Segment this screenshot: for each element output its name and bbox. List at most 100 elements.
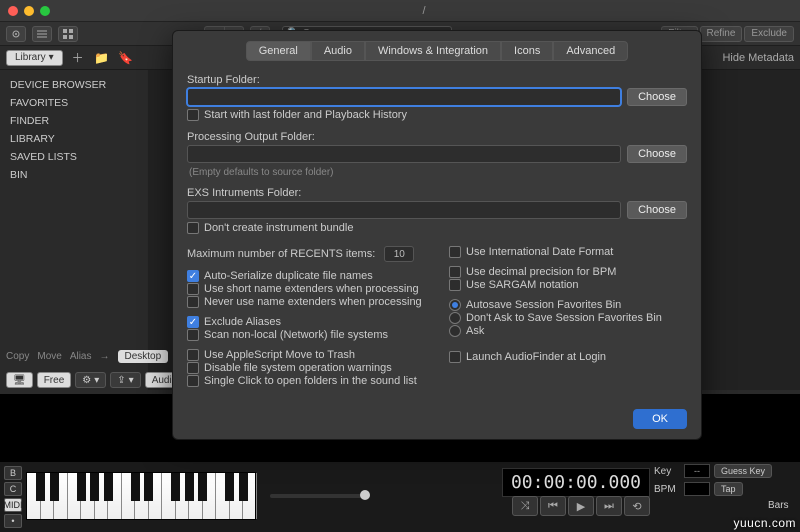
tab-general[interactable]: General	[246, 41, 311, 61]
autosave-radio[interactable]	[449, 299, 461, 311]
sidebar: DEVICE BROWSER FAVORITES FINDER LIBRARY …	[0, 70, 148, 390]
exclude-button[interactable]: Exclude	[744, 26, 794, 42]
short-name-checkbox[interactable]	[187, 283, 199, 295]
recents-input[interactable]	[384, 246, 414, 262]
b-button[interactable]: B	[4, 466, 22, 480]
zoom-slider[interactable]	[270, 494, 370, 498]
minimize-window-icon[interactable]	[24, 6, 34, 16]
startup-folder-input[interactable]	[187, 88, 621, 106]
intl-date-checkbox[interactable]	[449, 246, 461, 258]
close-window-icon[interactable]	[8, 6, 18, 16]
shuffle-icon[interactable]: ⤨	[512, 496, 538, 516]
processing-note: (Empty defaults to source folder)	[189, 167, 687, 178]
zoom-window-icon[interactable]	[40, 6, 50, 16]
single-click-checkbox[interactable]	[187, 375, 199, 387]
processing-choose-button[interactable]: Choose	[627, 145, 687, 163]
alias-action[interactable]: Alias	[70, 351, 92, 362]
dont-bundle-checkbox[interactable]	[187, 222, 199, 234]
dot-button[interactable]: •	[4, 514, 22, 528]
dont-ask-radio[interactable]	[449, 312, 461, 324]
applescript-trash-checkbox[interactable]	[187, 349, 199, 361]
list-icon[interactable]	[32, 26, 52, 42]
prefs-tabs: General Audio Windows & Integration Icon…	[187, 41, 687, 61]
desktop-target[interactable]: Desktop	[118, 350, 169, 363]
add-button[interactable]: ＋	[69, 50, 87, 66]
transport-controls: ⤨ ⏮ ▶ ⏭ ⟲	[512, 496, 650, 516]
bars-label: Bars	[768, 500, 794, 511]
loop-icon[interactable]: ⟲	[624, 496, 650, 516]
sargam-checkbox[interactable]	[449, 279, 461, 291]
sidebar-item-favorites[interactable]: FAVORITES	[10, 94, 138, 112]
finder-chip[interactable]: 🖥	[6, 372, 33, 388]
scan-network-checkbox[interactable]	[187, 329, 199, 341]
exclude-aliases-checkbox[interactable]: ✓	[187, 316, 199, 328]
ask-radio[interactable]	[449, 325, 461, 337]
hide-metadata-button[interactable]: Hide Metadata	[722, 52, 794, 64]
timecode-display: 00:00:00.000	[502, 468, 650, 497]
piano-keyboard[interactable]	[26, 472, 256, 520]
free-chip[interactable]: Free	[37, 372, 72, 388]
bpm-label: BPM	[654, 484, 680, 495]
copy-action[interactable]: Copy	[6, 351, 29, 362]
autosave-label: Autosave Session Favorites Bin	[466, 299, 621, 311]
chevron-down-icon: ▾	[49, 52, 54, 63]
library-dropdown[interactable]: Library▾	[6, 50, 63, 66]
exs-folder-input[interactable]	[187, 201, 621, 219]
start-with-last-checkbox[interactable]	[187, 109, 199, 121]
midi-button[interactable]: MIDI	[4, 498, 22, 512]
sidebar-item-finder[interactable]: FINDER	[10, 112, 138, 130]
sidebar-item-bin[interactable]: BIN	[10, 166, 138, 184]
share-icon: ⇪	[117, 375, 125, 386]
slider-thumb[interactable]	[360, 490, 370, 500]
launch-login-checkbox[interactable]	[449, 351, 461, 363]
startup-choose-button[interactable]: Choose	[627, 88, 687, 106]
launch-login-label: Launch AudioFinder at Login	[466, 351, 606, 363]
tab-advanced[interactable]: Advanced	[553, 41, 628, 61]
c-button[interactable]: C	[4, 482, 22, 496]
share-chip[interactable]: ⇪▾	[110, 372, 140, 388]
exclude-aliases-label: Exclude Aliases	[204, 316, 281, 328]
tag-icon[interactable]: 🔖	[117, 50, 135, 66]
start-with-last-label: Start with last folder and Playback Hist…	[204, 109, 407, 121]
ok-button[interactable]: OK	[633, 409, 687, 429]
gear-chip[interactable]: ⚙▾	[75, 372, 106, 388]
gear-icon: ⚙	[82, 375, 91, 386]
processing-folder-input[interactable]	[187, 145, 621, 163]
tab-windows[interactable]: Windows & Integration	[365, 41, 501, 61]
watermark: yuucn.com	[733, 516, 796, 530]
guess-key-button[interactable]: Guess Key	[714, 464, 772, 478]
processing-folder-label: Processing Output Folder:	[187, 131, 687, 143]
key-bpm-panel: Key -- Guess Key BPM Tap Bars	[654, 462, 794, 513]
refine-button[interactable]: Refine	[700, 26, 743, 42]
never-extenders-checkbox[interactable]	[187, 296, 199, 308]
applescript-trash-label: Use AppleScript Move to Trash	[204, 349, 355, 361]
sidebar-item-device-browser[interactable]: DEVICE BROWSER	[10, 76, 138, 94]
bpm-value[interactable]	[684, 482, 710, 496]
play-icon[interactable]: ▶	[568, 496, 594, 516]
finder-icon: 🖥	[13, 375, 26, 386]
tab-audio[interactable]: Audio	[311, 41, 365, 61]
scan-network-label: Scan non-local (Network) file systems	[204, 329, 388, 341]
dont-bundle-label: Don't create instrument bundle	[204, 222, 353, 234]
sargam-label: Use SARGAM notation	[466, 279, 579, 291]
exs-folder-label: EXS Intruments Folder:	[187, 187, 687, 199]
tab-icons[interactable]: Icons	[501, 41, 553, 61]
move-action[interactable]: Move	[37, 351, 61, 362]
sidebar-item-library[interactable]: LIBRARY	[10, 130, 138, 148]
tap-button[interactable]: Tap	[714, 482, 743, 496]
view-icon[interactable]	[6, 26, 26, 42]
decimal-bpm-label: Use decimal precision for BPM	[466, 266, 616, 278]
disable-warnings-label: Disable file system operation warnings	[204, 362, 392, 374]
sidebar-item-saved-lists[interactable]: SAVED LISTS	[10, 148, 138, 166]
decimal-bpm-checkbox[interactable]	[449, 266, 461, 278]
key-value[interactable]: --	[684, 464, 710, 478]
window-title: /	[56, 5, 792, 17]
short-name-label: Use short name extenders when processing	[204, 283, 419, 295]
folder-icon[interactable]: 📁	[93, 50, 111, 66]
exs-choose-button[interactable]: Choose	[627, 201, 687, 219]
autoserialize-checkbox[interactable]: ✓	[187, 270, 199, 282]
next-icon[interactable]: ⏭	[596, 496, 622, 516]
prev-icon[interactable]: ⏮	[540, 496, 566, 516]
disable-warnings-checkbox[interactable]	[187, 362, 199, 374]
grid-icon[interactable]	[58, 26, 78, 42]
